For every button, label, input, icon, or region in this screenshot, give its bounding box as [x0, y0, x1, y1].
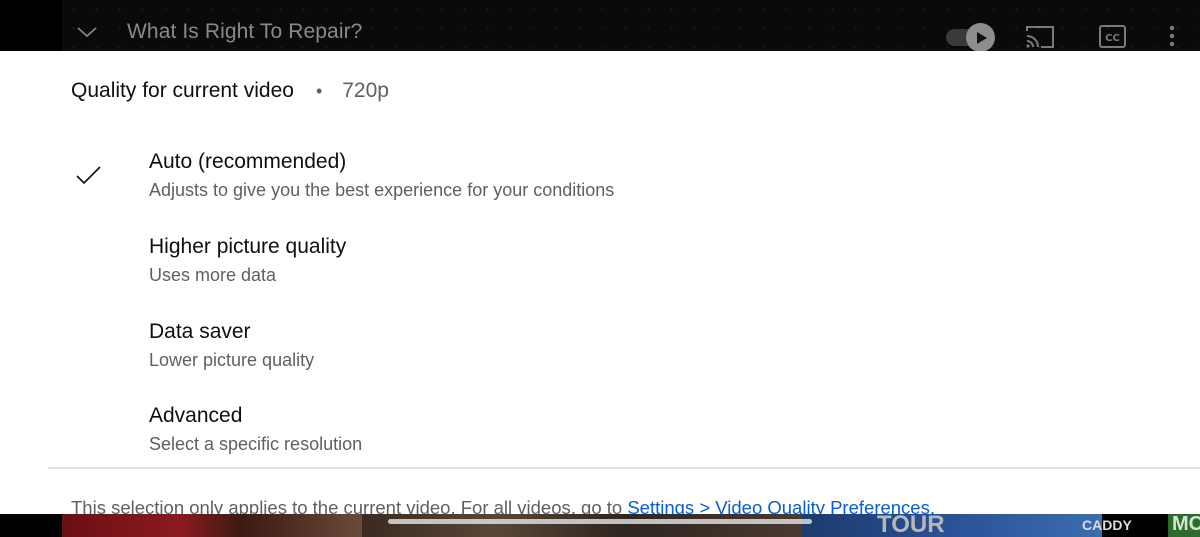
thumbnail-label: MC: [1172, 514, 1200, 535]
recommended-thumbnails-strip: TOUR CADDY MC: [0, 514, 1200, 537]
video-title: What Is Right To Repair?: [127, 20, 363, 43]
option-title: Auto (recommended): [149, 150, 347, 173]
option-subtitle: Uses more data: [149, 265, 277, 285]
home-indicator-bar[interactable]: [388, 519, 812, 524]
sheet-title: Quality for current video: [71, 79, 294, 102]
autoplay-toggle[interactable]: [944, 22, 996, 52]
captions-button[interactable]: CC: [1098, 24, 1128, 50]
more-options-button[interactable]: [1162, 24, 1182, 50]
thumbnail[interactable]: [62, 514, 362, 537]
quality-option-auto[interactable]: Auto (recommended) Adjusts to give you t…: [0, 150, 1200, 230]
option-title: Higher picture quality: [149, 235, 347, 258]
option-subtitle: Adjusts to give you the best experience …: [149, 180, 615, 200]
thumbnail-label: TOUR: [877, 514, 945, 537]
thumbnail[interactable]: [362, 514, 802, 537]
divider: [48, 467, 1200, 469]
cast-button[interactable]: [1024, 24, 1056, 50]
current-quality-value: 720p: [342, 79, 389, 102]
cast-icon: [1026, 26, 1054, 48]
quality-option-advanced[interactable]: Advanced Select a specific resolution: [0, 404, 1200, 484]
sheet-header: Quality for current video • 720p: [71, 79, 389, 103]
chevron-down-icon: [77, 27, 97, 38]
autoplay-toggle-knob: [966, 23, 995, 52]
option-subtitle: Lower picture quality: [149, 350, 315, 370]
option-subtitle: Select a specific resolution: [149, 434, 363, 454]
thumbnail[interactable]: MC: [1168, 514, 1200, 537]
more-vert-icon: [1169, 25, 1175, 47]
option-title: Advanced: [149, 404, 243, 427]
collapse-player-button[interactable]: [72, 18, 102, 48]
quality-option-data-saver[interactable]: Data saver Lower picture quality: [0, 320, 1200, 400]
video-player-header: What Is Right To Repair? CC: [0, 0, 1200, 52]
play-icon: [976, 31, 987, 44]
quality-option-higher[interactable]: Higher picture quality Uses more data: [0, 235, 1200, 315]
quality-bottom-sheet: Quality for current video • 720p Auto (r…: [0, 51, 1200, 518]
checkmark-icon: [76, 166, 101, 185]
closed-captions-icon: CC: [1099, 25, 1126, 48]
thumbnail-label: CADDY: [1082, 517, 1132, 533]
option-title: Data saver: [149, 320, 251, 343]
separator-dot: •: [315, 80, 323, 101]
thumbnail[interactable]: TOUR CADDY: [802, 514, 1132, 537]
svg-text:CC: CC: [1105, 33, 1120, 44]
